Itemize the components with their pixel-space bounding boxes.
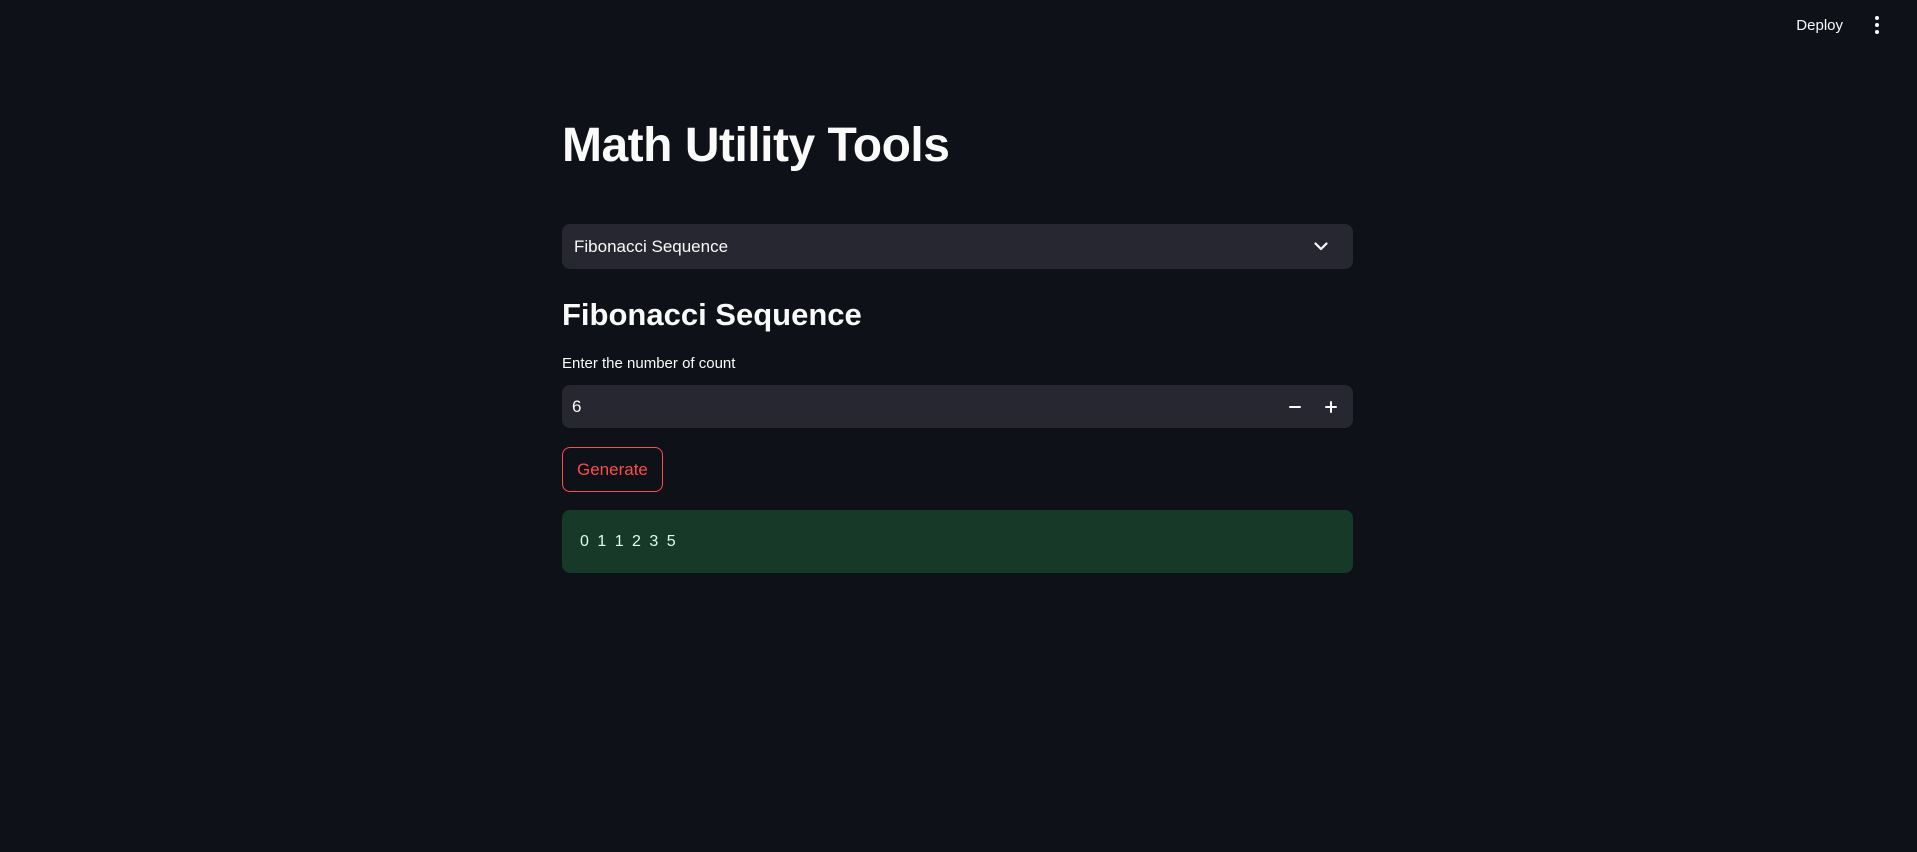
count-input-label: Enter the number of count	[562, 355, 736, 372]
chevron-down-icon	[1309, 235, 1333, 259]
deploy-button[interactable]: Deploy	[1790, 13, 1849, 38]
top-bar: Deploy	[0, 0, 1917, 50]
section-heading: Fibonacci Sequence	[562, 297, 862, 332]
count-input-field[interactable]	[562, 385, 1277, 428]
page-title: Math Utility Tools	[562, 119, 950, 172]
result-success-box: 0 1 1 2 3 5	[562, 510, 1353, 573]
fibonacci-result: 0 1 1 2 3 5	[580, 532, 678, 550]
tool-select-value: Fibonacci Sequence	[574, 236, 729, 256]
decrement-button[interactable]	[1277, 385, 1313, 428]
count-number-input	[562, 385, 1353, 428]
kebab-menu-icon-dot	[1875, 23, 1879, 27]
kebab-menu-icon	[1875, 16, 1879, 20]
tool-select[interactable]: Fibonacci Sequence	[562, 224, 1353, 269]
main-menu-button[interactable]	[1865, 12, 1889, 38]
generate-button[interactable]: Generate	[562, 447, 663, 492]
kebab-menu-icon-dot	[1875, 30, 1879, 34]
increment-button[interactable]	[1313, 385, 1349, 428]
plus-icon	[1325, 400, 1337, 413]
minus-icon	[1289, 405, 1301, 408]
